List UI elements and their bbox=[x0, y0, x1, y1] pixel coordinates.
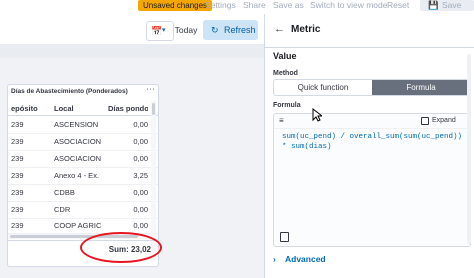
date-range-today[interactable]: Today bbox=[173, 21, 199, 39]
save-button[interactable]: 💾 Save bbox=[420, 0, 474, 11]
chevron-right-icon: › bbox=[273, 254, 276, 264]
formula-editor-toolbar: ≡ Expand bbox=[274, 114, 470, 129]
table-header: epósito Local Días pondo bbox=[8, 101, 158, 116]
table-row: 239 CDR 0,00 bbox=[8, 201, 158, 219]
table-cell: 239 bbox=[11, 171, 24, 180]
settings-button[interactable]: Settings bbox=[205, 0, 236, 11]
table-cell: 0,00 bbox=[133, 188, 148, 197]
mouse-cursor-icon bbox=[312, 108, 322, 122]
refresh-button[interactable]: ↻ Refresh bbox=[203, 20, 258, 40]
formula-line[interactable]: sum(uc_pend) / overall_sum(sum(uc_pend)) bbox=[282, 132, 462, 142]
quick-function-button[interactable]: Quick function bbox=[274, 80, 372, 95]
table-cell: ASOCIACION bbox=[54, 137, 102, 146]
vertical-scrollbar[interactable] bbox=[151, 101, 156, 255]
filter-strip bbox=[0, 44, 264, 58]
save-button-label: Save bbox=[442, 0, 462, 10]
formula-button[interactable]: Formula bbox=[372, 80, 470, 95]
format-lines-icon[interactable]: ≡ bbox=[279, 116, 284, 126]
table-cell: CDBB bbox=[54, 188, 75, 197]
advanced-label: Advanced bbox=[285, 254, 326, 264]
table-cell: 0,00 bbox=[133, 120, 148, 129]
table-cell: 239 bbox=[11, 221, 24, 230]
table-cell: ASOCIACION bbox=[54, 154, 102, 163]
flyout-title: Metric bbox=[291, 24, 321, 35]
method-label: Method bbox=[273, 70, 298, 77]
expand-icon[interactable] bbox=[421, 117, 429, 125]
table-cell: 239 bbox=[11, 188, 24, 197]
arrow-left-icon[interactable]: ← bbox=[274, 23, 285, 35]
section-title: Value bbox=[273, 51, 297, 61]
formula-line[interactable]: * sum(dias) bbox=[282, 142, 332, 152]
table-cell: ASCENSION bbox=[54, 120, 99, 129]
share-button[interactable]: Share bbox=[243, 0, 266, 11]
refresh-button-label: Refresh bbox=[224, 25, 256, 35]
formula-label: Formula bbox=[273, 102, 301, 109]
save-icon: 💾 bbox=[428, 0, 439, 10]
table-row: 239 ASOCIACION 0,00 bbox=[8, 150, 158, 168]
highlight-annotation-ellipse bbox=[80, 232, 162, 263]
table-cell: 0,00 bbox=[133, 154, 148, 163]
table-row: 239 Anexo 4 - Ex. 3,25 bbox=[8, 167, 158, 185]
expand-button[interactable]: Expand bbox=[432, 116, 456, 126]
calendar-icon: 📅 bbox=[151, 26, 163, 36]
table-row: 239 ASCENSION 0,00 bbox=[8, 116, 158, 134]
panel-options-icon[interactable]: ⋯ bbox=[146, 85, 155, 94]
table-cell: 0,00 bbox=[133, 205, 148, 214]
table-cell: 0,00 bbox=[133, 221, 148, 230]
save-as-button[interactable]: Save as bbox=[273, 0, 304, 11]
column-header-local[interactable]: Local bbox=[54, 104, 106, 113]
table-row: 239 ASOCIACION 0,00 bbox=[8, 133, 158, 151]
table-cell: CDR bbox=[54, 205, 71, 214]
table-cell: 3,25 bbox=[133, 171, 148, 180]
table-cell: 239 bbox=[11, 205, 24, 214]
unsaved-changes-badge: Unsaved changes bbox=[138, 0, 213, 11]
column-header-dias[interactable]: Días pondo bbox=[108, 104, 148, 113]
chevron-down-icon: ▾ bbox=[162, 27, 166, 34]
date-picker-button[interactable]: 📅 ▾ bbox=[146, 21, 174, 41]
reset-button[interactable]: Reset bbox=[387, 0, 409, 11]
table-row: 239 COOP AGRIC 0,00 bbox=[8, 218, 158, 234]
metric-config-flyout: ← Metric Value Method Quick function For… bbox=[264, 14, 474, 278]
table-cell: 239 bbox=[11, 120, 24, 129]
refresh-icon: ↻ bbox=[211, 25, 219, 35]
panel-title: Días de Abastecimiento (Ponderados) bbox=[11, 88, 128, 95]
top-nav-bar: Unsaved changes Settings Share Save as S… bbox=[0, 0, 474, 15]
column-header-deposito[interactable]: epósito bbox=[11, 104, 51, 113]
table-cell: 239 bbox=[11, 137, 24, 146]
table-cell: COOP AGRIC bbox=[54, 221, 102, 230]
flyout-scrollbar[interactable] bbox=[467, 54, 471, 244]
method-button-group: Quick function Formula bbox=[273, 79, 471, 96]
formula-editor[interactable]: ≡ Expand sum(uc_pend) / overall_sum(sum(… bbox=[273, 113, 471, 247]
switch-to-view-mode-button[interactable]: Switch to view mode bbox=[310, 0, 387, 11]
table-row: 239 CDBB 0,00 bbox=[8, 184, 158, 202]
flyout-header: ← Metric bbox=[265, 14, 474, 48]
scrollbar-thumb[interactable] bbox=[152, 103, 155, 115]
table-cell: Anexo 4 - Ex. bbox=[54, 171, 100, 180]
documentation-icon[interactable] bbox=[280, 232, 289, 242]
table-cell: 239 bbox=[11, 154, 24, 163]
table-cell: 0,00 bbox=[133, 137, 148, 146]
